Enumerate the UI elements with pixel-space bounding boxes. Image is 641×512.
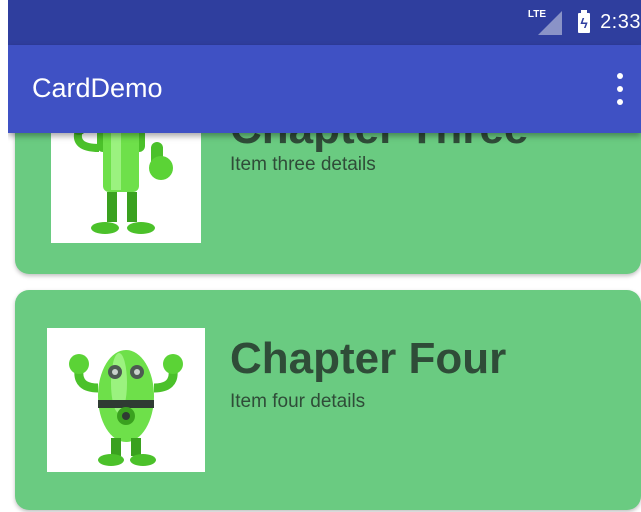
- card-details: Item three details: [230, 154, 376, 175]
- signal-icon: [538, 10, 563, 35]
- android-robot-icon: [47, 328, 205, 472]
- app-title: CardDemo: [32, 73, 163, 103]
- app-bar: CardDemo: [8, 45, 641, 133]
- status-clock: 2:33: [600, 11, 641, 33]
- left-edge: [0, 0, 8, 512]
- card-chapter-four[interactable]: Chapter Four Item four details: [15, 290, 641, 510]
- more-vert-icon[interactable]: [613, 73, 627, 105]
- battery-charging-icon: ϟ: [578, 9, 591, 33]
- card-title: Chapter Four: [230, 334, 507, 383]
- status-bar: LTE ϟ 2:33: [8, 0, 641, 45]
- status-icons: LTE ϟ 2:33: [528, 0, 641, 45]
- card-details: Item four details: [230, 391, 366, 412]
